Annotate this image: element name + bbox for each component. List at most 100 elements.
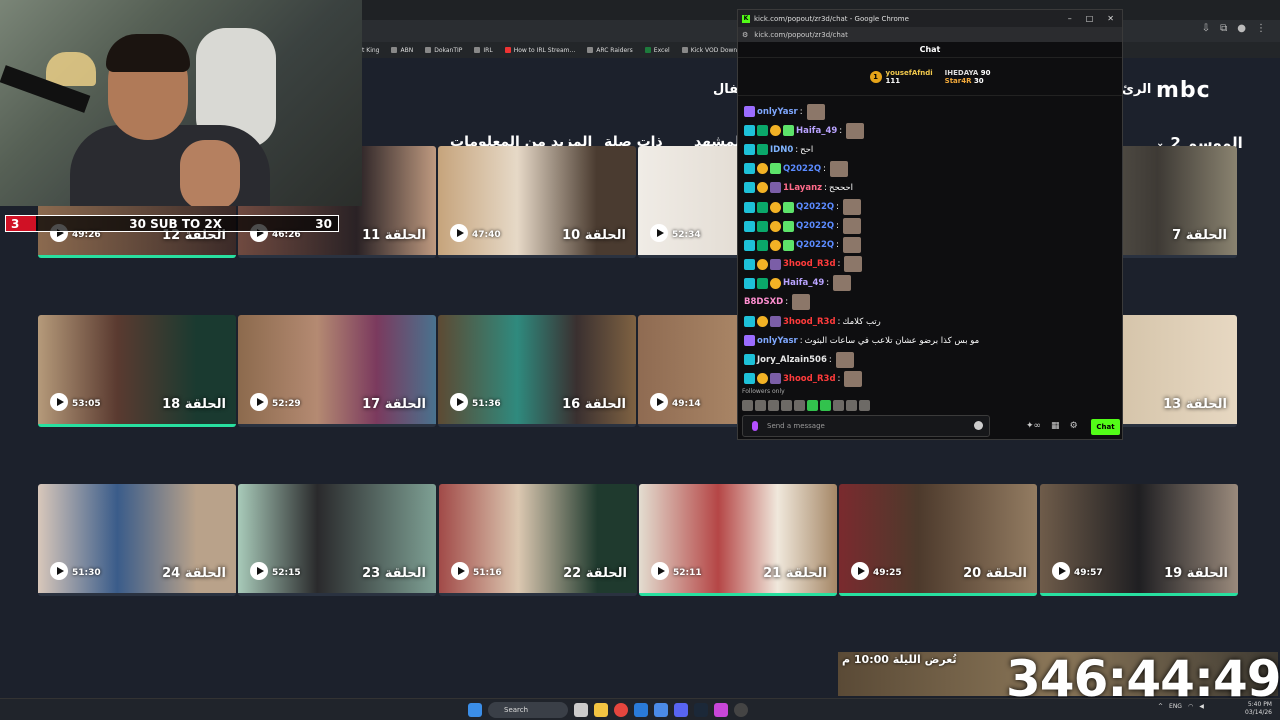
episode-card[interactable]: 52:11 الحلقة 21 (639, 484, 837, 596)
file-explorer-icon[interactable] (594, 703, 608, 717)
language-indicator[interactable]: ENG (1169, 703, 1182, 710)
episode-card[interactable]: 53:05 الحلقة 18 (38, 315, 236, 427)
badge-icon (770, 201, 781, 213)
emote-icon[interactable] (820, 400, 831, 411)
task-view-icon[interactable] (574, 703, 588, 717)
chat-username[interactable]: IDN0 (770, 145, 793, 155)
obs-icon[interactable] (734, 703, 748, 717)
nav-item-home[interactable]: الرئ (1122, 82, 1151, 97)
episode-card[interactable]: 51:36 الحلقة 16 (438, 315, 636, 427)
episode-card[interactable]: 49:25 الحلقة 20 (839, 484, 1037, 596)
chat-username[interactable]: Haifa_49 (796, 126, 837, 136)
play-icon[interactable] (1052, 562, 1070, 580)
chat-username[interactable]: B8DSXD (744, 297, 783, 307)
download-icon[interactable]: ⇩ (1202, 23, 1210, 34)
emote-icon[interactable] (781, 400, 792, 411)
emote-icon[interactable] (755, 400, 766, 411)
episode-card[interactable]: 52:15 الحلقة 23 (238, 484, 436, 596)
badge-icon (770, 316, 781, 328)
wifi-icon[interactable]: ◠ (1188, 703, 1193, 710)
steam-icon[interactable] (694, 703, 708, 717)
bookmark-item[interactable]: ARC Raiders (587, 47, 633, 54)
chat-username[interactable]: onlyYasr (757, 336, 798, 346)
play-icon[interactable] (450, 393, 468, 411)
emote-icon[interactable] (833, 400, 844, 411)
bookmark-item[interactable]: Excel (644, 47, 670, 54)
episode-card[interactable]: 49:57 الحلقة 19 (1040, 484, 1238, 596)
store-icon[interactable]: ▦ (1051, 421, 1060, 431)
badge-icon (757, 163, 768, 175)
site-info-icon[interactable]: ⚙ (742, 31, 748, 39)
chat-username[interactable]: Jory_Alzain506 (757, 355, 827, 365)
chrome-icon[interactable] (614, 703, 628, 717)
app-icon[interactable] (714, 703, 728, 717)
play-icon[interactable] (250, 562, 268, 580)
play-icon[interactable] (650, 393, 668, 411)
emote-icon[interactable] (846, 400, 857, 411)
chat-username[interactable]: Q2022Q (796, 240, 834, 250)
bookmark-item[interactable]: DokanTIP (425, 47, 462, 54)
chat-username[interactable]: Q2022Q (796, 221, 834, 231)
bookmark-item[interactable]: IRL (474, 47, 493, 54)
settings-icon[interactable]: ⚙ (1070, 421, 1078, 431)
episode-card[interactable]: 47:40 الحلقة 10 (438, 146, 636, 258)
store-app-icon[interactable] (654, 703, 668, 717)
clock-date: 03/14/26 (1245, 709, 1272, 716)
episode-card[interactable]: 51:30 الحلقة 24 (38, 484, 236, 596)
emote-icon[interactable] (807, 400, 818, 411)
chat-send-button[interactable]: Chat (1091, 419, 1120, 435)
chat-text: رتب كلامك (842, 316, 881, 327)
extensions-icon[interactable]: ⧉ (1220, 23, 1227, 34)
play-icon[interactable] (650, 224, 668, 242)
mbc-logo[interactable]: mbc (1156, 78, 1211, 103)
chat-username[interactable]: 1Layanz (783, 183, 822, 193)
discord-icon[interactable] (674, 703, 688, 717)
chat-username[interactable]: Q2022Q (783, 164, 821, 174)
bookmark-item[interactable]: ABN (391, 47, 413, 54)
chat-url-bar[interactable]: ⚙ kick.com/popout/zr3d/chat (738, 27, 1122, 42)
emote-icon[interactable] (768, 400, 779, 411)
emote-icon[interactable] (859, 400, 870, 411)
chat-colon: : (837, 373, 841, 384)
episode-card[interactable]: 51:16 الحلقة 22 (439, 484, 637, 596)
maximize-icon[interactable]: □ (1086, 14, 1094, 23)
play-icon[interactable] (50, 393, 68, 411)
chat-username[interactable]: Q2022Q (796, 202, 834, 212)
bookmark-item[interactable]: t King (362, 47, 379, 54)
minimize-icon[interactable]: – (1068, 14, 1072, 23)
chevron-up-icon[interactable]: ^ (1158, 703, 1163, 710)
taskbar-search[interactable]: Search (488, 702, 568, 718)
chat-username[interactable]: 3hood_R3d (783, 259, 836, 269)
windows-start-icon[interactable] (468, 703, 482, 717)
emote-icon[interactable] (794, 400, 805, 411)
badge-icon (757, 277, 768, 289)
play-icon[interactable] (451, 562, 469, 580)
taskbar-clock[interactable]: 5:40 PM 03/14/26 (1245, 701, 1272, 717)
chat-username[interactable]: 3hood_R3d (783, 317, 836, 327)
chat-username[interactable]: Haifa_49 (783, 278, 824, 288)
volume-icon[interactable]: ◀ (1199, 703, 1204, 710)
chat-username[interactable]: 3hood_R3d (783, 374, 836, 384)
chat-message-input[interactable]: Send a message (742, 415, 990, 437)
play-icon[interactable] (651, 562, 669, 580)
play-icon[interactable] (50, 562, 68, 580)
play-icon[interactable] (450, 224, 468, 242)
emoji-icon[interactable] (974, 421, 983, 430)
bookmark-item[interactable]: How to IRL Stream... (504, 47, 575, 54)
profile-icon[interactable]: ● (1237, 23, 1246, 34)
mic-icon[interactable] (752, 421, 758, 431)
play-icon[interactable] (851, 562, 869, 580)
play-icon[interactable] (250, 393, 268, 411)
menu-icon[interactable]: ⋮ (1256, 23, 1266, 34)
close-icon[interactable]: ✕ (1107, 14, 1114, 23)
episode-title: الحلقة 19 (1164, 566, 1228, 581)
chat-message: onlyYasr: (744, 102, 1118, 121)
mail-icon[interactable] (634, 703, 648, 717)
emote-icon[interactable] (742, 400, 753, 411)
chat-username[interactable]: onlyYasr (757, 107, 798, 117)
episode-title: الحلقة 21 (763, 566, 827, 581)
promo-text: تُعرض الليلة 10:00 م (842, 653, 957, 666)
episode-card[interactable]: 52:29 الحلقة 17 (238, 315, 436, 427)
episode-title: الحلقة 13 (1163, 397, 1227, 412)
kick-points-icon[interactable]: ✦∞ (1026, 421, 1041, 431)
